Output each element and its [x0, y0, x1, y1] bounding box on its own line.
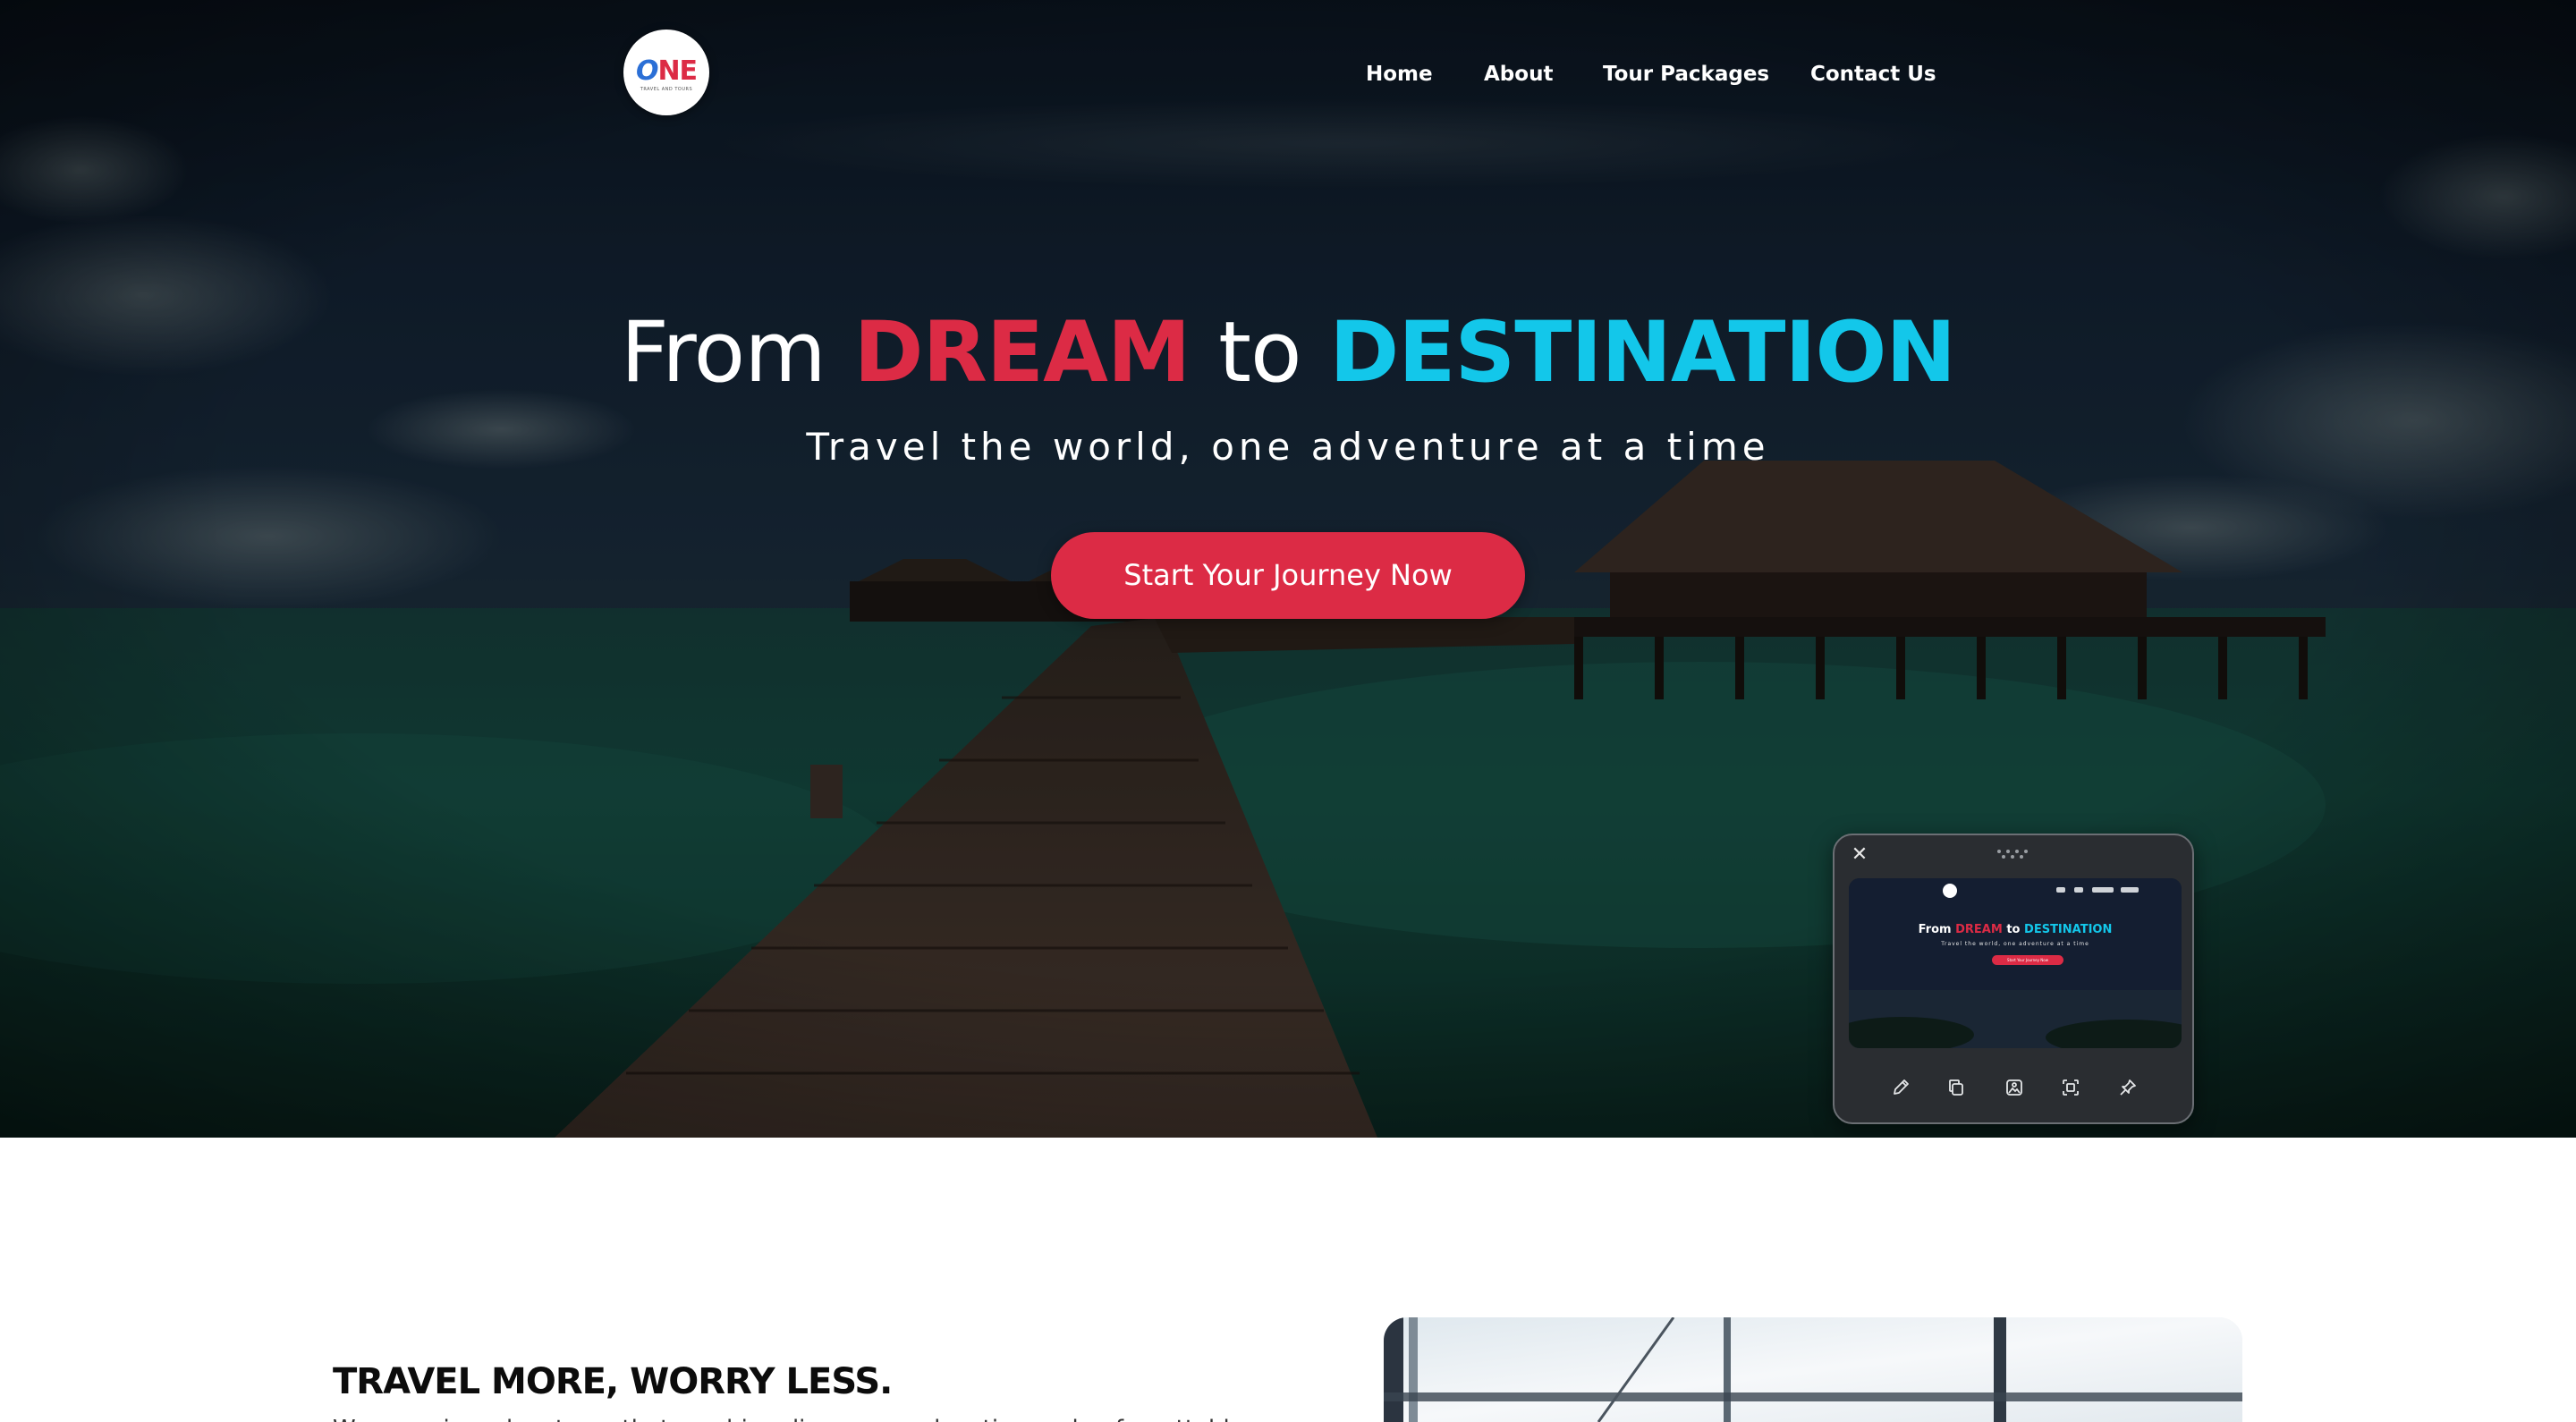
main-navigation: Home About Tour Packages Contact Us — [0, 59, 2576, 89]
nav-item-contact-us[interactable]: Contact Us — [1810, 59, 1936, 89]
thumbnail-cta: Start Your Journey Now — [1992, 955, 2063, 965]
start-journey-button[interactable]: Start Your Journey Now — [1051, 532, 1525, 619]
hero-section: ONE TRAVEL AND TOURS Home About Tour Pac… — [0, 0, 2576, 1138]
screenshot-icon[interactable] — [2053, 1070, 2089, 1105]
screenshot-preview-widget[interactable]: ✕ From DREAM to DESTINATION Travel the w… — [1833, 834, 2194, 1124]
hero-title-to: to — [1218, 304, 1301, 402]
nav-item-tour-packages[interactable]: Tour Packages — [1603, 59, 1769, 89]
about-photo-window-image — [1384, 1317, 2242, 1422]
thumbnail-title-destination: DESTINATION — [2024, 923, 2113, 936]
thumbnail-title-dream: DREAM — [1955, 923, 2003, 936]
thumbnail-nav-item — [2092, 887, 2114, 893]
screenshot-thumbnail[interactable]: From DREAM to DESTINATION Travel the wor… — [1849, 878, 2182, 1048]
thumbnail-title: From DREAM to DESTINATION — [1849, 922, 2182, 938]
thumbnail-nav-item — [2056, 887, 2065, 893]
thumbnail-subtitle: Travel the world, one adventure at a tim… — [1941, 941, 2089, 947]
hero-title: From DREAM to DESTINATION — [0, 286, 2576, 420]
thumbnail-logo — [1943, 884, 1957, 898]
thumbnail-title-from: From — [1918, 923, 1952, 936]
about-heading: TRAVEL MORE, WORRY LESS. — [333, 1361, 893, 1402]
hero-title-destination: DESTINATION — [1329, 304, 1956, 402]
pin-icon[interactable] — [2110, 1070, 2146, 1105]
about-body-text: We organize adventures that combine disc… — [333, 1411, 1245, 1422]
hero-subtitle: Travel the world, one adventure at a tim… — [806, 425, 1770, 469]
thumbnail-nav-item — [2074, 887, 2083, 893]
hero-title-from: From — [620, 304, 826, 402]
widget-toolbar — [1835, 1070, 2196, 1105]
nav-item-about[interactable]: About — [1484, 59, 1553, 89]
drag-handle[interactable] — [1996, 850, 2035, 859]
thumbnail-nav-item — [2121, 887, 2139, 893]
thumbnail-title-to: to — [2006, 923, 2021, 936]
about-photo — [1384, 1317, 2242, 1422]
hero-title-dream: DREAM — [853, 304, 1191, 402]
image-icon[interactable] — [1996, 1070, 2032, 1105]
pen-icon[interactable] — [1883, 1070, 1919, 1105]
close-icon[interactable]: ✕ — [1849, 844, 1870, 866]
copy-icon[interactable] — [1938, 1070, 1974, 1105]
nav-item-home[interactable]: Home — [1366, 59, 1433, 89]
